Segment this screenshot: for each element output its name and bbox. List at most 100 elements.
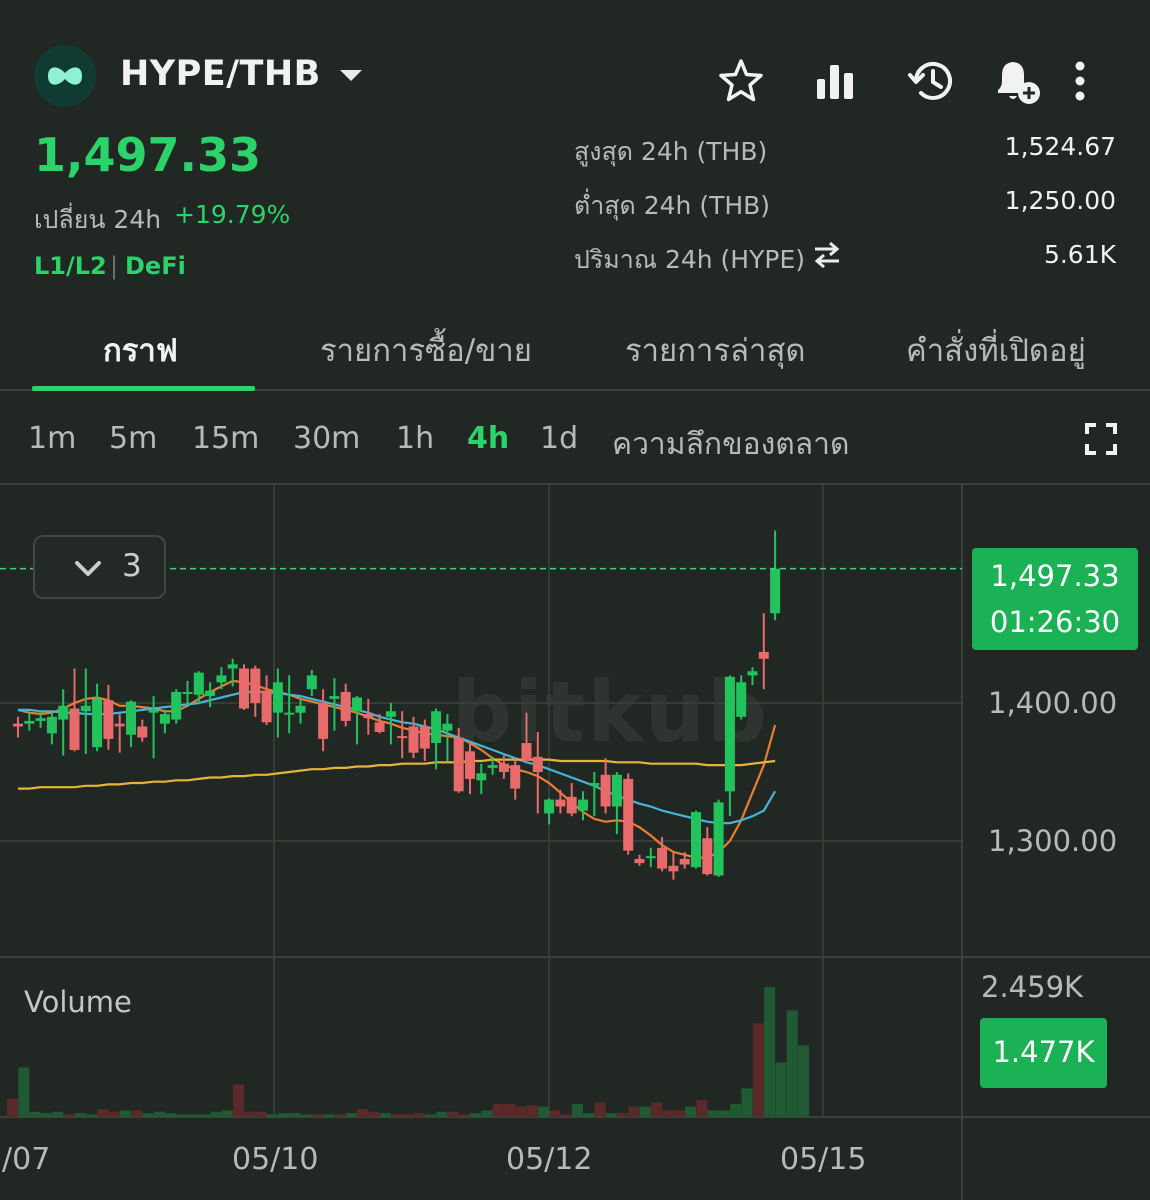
candle-body	[385, 711, 396, 717]
fullscreen-icon[interactable]	[1084, 422, 1118, 456]
history-icon[interactable]	[906, 55, 956, 107]
candle-body	[442, 723, 453, 731]
volume-bar	[131, 1110, 143, 1117]
candle-body	[713, 802, 724, 876]
candle-body	[758, 651, 769, 659]
x-tick-0515: 05/15	[780, 1142, 867, 1177]
candle-body	[589, 783, 600, 786]
volume-bar	[775, 1062, 787, 1117]
volume-bar	[786, 1010, 798, 1117]
current-price: 1,497.33	[34, 128, 261, 182]
volume-bar	[560, 1114, 572, 1117]
candle-body	[261, 690, 272, 723]
volume-bar	[605, 1113, 617, 1117]
volume-bar	[346, 1113, 357, 1117]
candle-body	[295, 705, 306, 713]
candle-body	[578, 799, 588, 811]
pair-title[interactable]: HYPE/THB	[120, 54, 321, 94]
candle-body	[555, 799, 566, 807]
more-vertical-icon[interactable]	[1060, 55, 1100, 107]
indicator-toggle[interactable]	[33, 535, 166, 599]
candle-body	[747, 671, 758, 676]
tag-separator: |	[110, 252, 119, 280]
candle-body	[702, 838, 713, 875]
interval-30m[interactable]: 30m	[293, 421, 360, 456]
tag-l1-l2[interactable]: L1/L2	[34, 252, 107, 280]
volume-bar	[63, 1114, 75, 1117]
volume-bar	[255, 1111, 267, 1117]
volume-bar	[402, 1114, 414, 1117]
candle-body	[318, 703, 329, 739]
volume-bar	[29, 1111, 41, 1117]
x-tick-0512: 05/12	[506, 1142, 593, 1177]
candle-countdown: 01:26:30	[989, 605, 1121, 639]
volume-bar	[628, 1106, 640, 1117]
candle-body	[600, 774, 611, 807]
candle-body	[92, 698, 103, 748]
high-24h-value: 1,524.67	[1004, 132, 1116, 161]
tab-chart[interactable]: กราฟ	[103, 325, 178, 375]
volume-bar	[244, 1111, 256, 1117]
interval-1d[interactable]: 1d	[540, 421, 578, 456]
star-icon[interactable]	[716, 55, 766, 107]
volume-bar	[504, 1104, 516, 1117]
candle-body	[352, 697, 362, 712]
volume-bar	[662, 1110, 674, 1117]
candle-body	[645, 856, 656, 859]
last-price-value: 1,497.33	[990, 559, 1120, 593]
candle-body	[69, 708, 80, 750]
candle-body	[239, 668, 249, 709]
volume-bar	[187, 1114, 199, 1117]
market-depth-tab[interactable]: ความลึกของตลาด	[612, 421, 849, 468]
interval-4h[interactable]: 4h	[467, 421, 509, 456]
candle-body	[272, 682, 283, 713]
bell-add-icon[interactable]	[990, 55, 1040, 107]
tab-order-book[interactable]: รายการซื้อ/ขาย	[320, 325, 532, 375]
interval-1h[interactable]: 1h	[396, 421, 434, 456]
interval-5m[interactable]: 5m	[109, 421, 157, 456]
volume-bar	[357, 1109, 369, 1117]
moving-average-line	[18, 758, 776, 790]
candle-body	[103, 700, 114, 739]
candle-body	[532, 756, 543, 772]
volume-bar	[639, 1106, 651, 1117]
volume-bar	[447, 1111, 459, 1117]
volume-bar	[18, 1067, 30, 1117]
candle-body	[13, 723, 23, 727]
volume-bar	[210, 1111, 222, 1117]
interval-1m[interactable]: 1m	[28, 421, 76, 456]
x-tick-0510: 05/10	[232, 1142, 319, 1177]
volume-bar	[7, 1098, 18, 1117]
swap-icon[interactable]	[812, 240, 842, 270]
candle-body	[510, 765, 521, 789]
volume-bar	[153, 1111, 165, 1117]
candle-body	[724, 676, 735, 792]
candle-body	[623, 778, 634, 851]
candle-body	[35, 718, 46, 721]
volume-bar	[413, 1113, 425, 1117]
candle-body	[171, 691, 182, 720]
pair-dropdown-icon[interactable]	[340, 70, 362, 81]
volume-24h-label: ปริมาณ 24h (HYPE)	[574, 245, 806, 274]
volume-bar	[696, 1100, 708, 1117]
volume-bar	[221, 1110, 233, 1117]
interval-15m[interactable]: 15m	[192, 421, 259, 456]
volume-bar	[730, 1104, 742, 1117]
candle-body	[306, 675, 317, 690]
volume-bar	[108, 1111, 120, 1117]
candle-body	[58, 705, 69, 720]
volume-bar	[798, 1045, 809, 1117]
volume-bar	[300, 1114, 312, 1117]
volume-current-value: 1.477K	[992, 1035, 1095, 1069]
candle-body	[216, 675, 227, 683]
tag-defi[interactable]: DeFi	[125, 252, 186, 280]
y-tick-1300: 1,300.00	[988, 824, 1118, 858]
candle-body	[284, 712, 295, 715]
volume-24h-value: 5.61K	[1043, 240, 1116, 269]
candle-body	[137, 726, 148, 738]
tab-open-orders[interactable]: คำสั่งที่เปิดอยู่	[906, 325, 1086, 375]
bar-chart-icon[interactable]	[811, 55, 861, 107]
tab-recent-trades[interactable]: รายการล่าสุด	[625, 325, 806, 375]
volume-bar	[617, 1113, 629, 1117]
volume-bar	[492, 1104, 504, 1117]
